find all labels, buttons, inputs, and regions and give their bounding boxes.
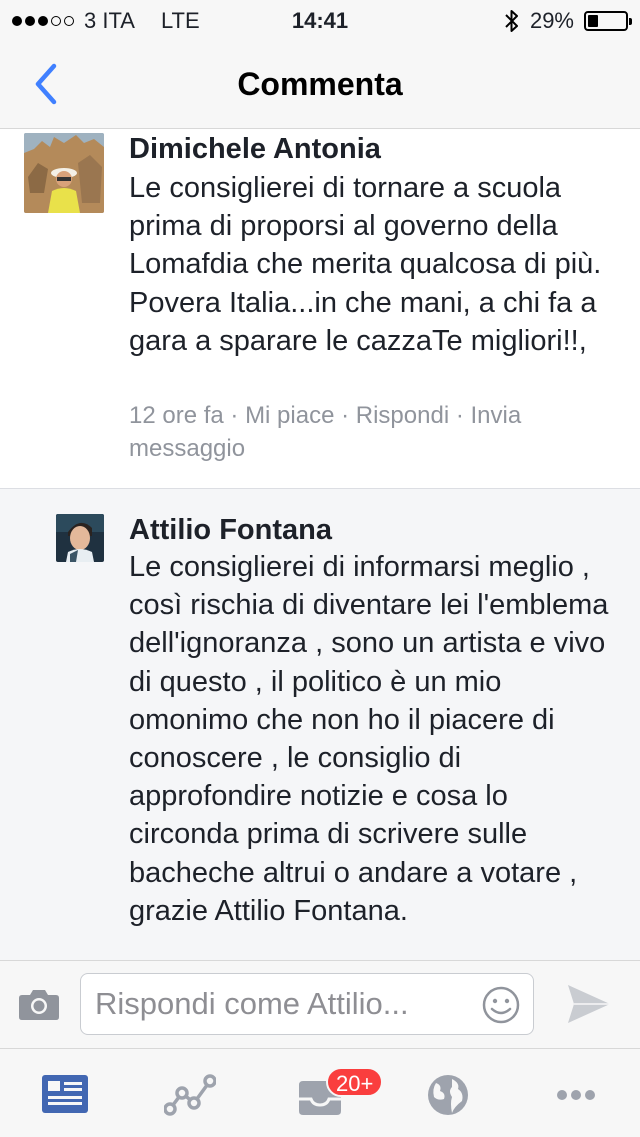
page-title: Commenta <box>237 66 403 102</box>
status-bar: 3 ITA LTE 14:41 29% <box>0 0 640 40</box>
comment-text: Le consiglierei di tornare a scuola prim… <box>129 172 602 357</box>
news-feed-icon[interactable] <box>40 1071 92 1117</box>
battery-icon <box>584 11 632 31</box>
comment-meta: 12 ore fa · Mi piace · Rispondi · Invia … <box>129 402 522 462</box>
camera-icon[interactable] <box>18 987 60 1021</box>
reply-input-box[interactable] <box>80 973 534 1035</box>
notification-badge: 20+ <box>326 1067 384 1097</box>
navigation-bar: Commenta <box>0 40 640 129</box>
emoji-icon[interactable] <box>481 985 521 1025</box>
bluetooth-icon <box>505 10 518 32</box>
send-icon[interactable] <box>566 983 612 1025</box>
battery-percent: 29% <box>529 8 574 33</box>
comment-text: Le consiglierei di informarsi meglio , c… <box>129 551 609 927</box>
reply-input[interactable] <box>95 974 475 1034</box>
comment-author[interactable]: Attilio Fontana <box>129 514 332 547</box>
like-link[interactable]: Mi piace <box>245 402 334 429</box>
reply-composer <box>0 960 640 1049</box>
status-right: 29% <box>504 8 632 34</box>
avatar[interactable] <box>24 133 104 213</box>
tab-bar: 20+ <box>0 1048 640 1137</box>
comment: Dimichele Antonia Le consiglierei di tor… <box>0 129 640 489</box>
comment-timestamp: 12 ore fa <box>129 402 224 429</box>
more-icon[interactable] <box>552 1071 604 1117</box>
comments-list: Dimichele Antonia Le consiglierei di tor… <box>0 129 640 960</box>
reply-link[interactable]: Rispondi <box>356 402 449 429</box>
avatar[interactable] <box>56 514 104 562</box>
insights-graph-icon[interactable] <box>164 1071 216 1117</box>
globe-icon[interactable] <box>424 1071 476 1117</box>
comment-author[interactable]: Dimichele Antonia <box>129 133 381 166</box>
